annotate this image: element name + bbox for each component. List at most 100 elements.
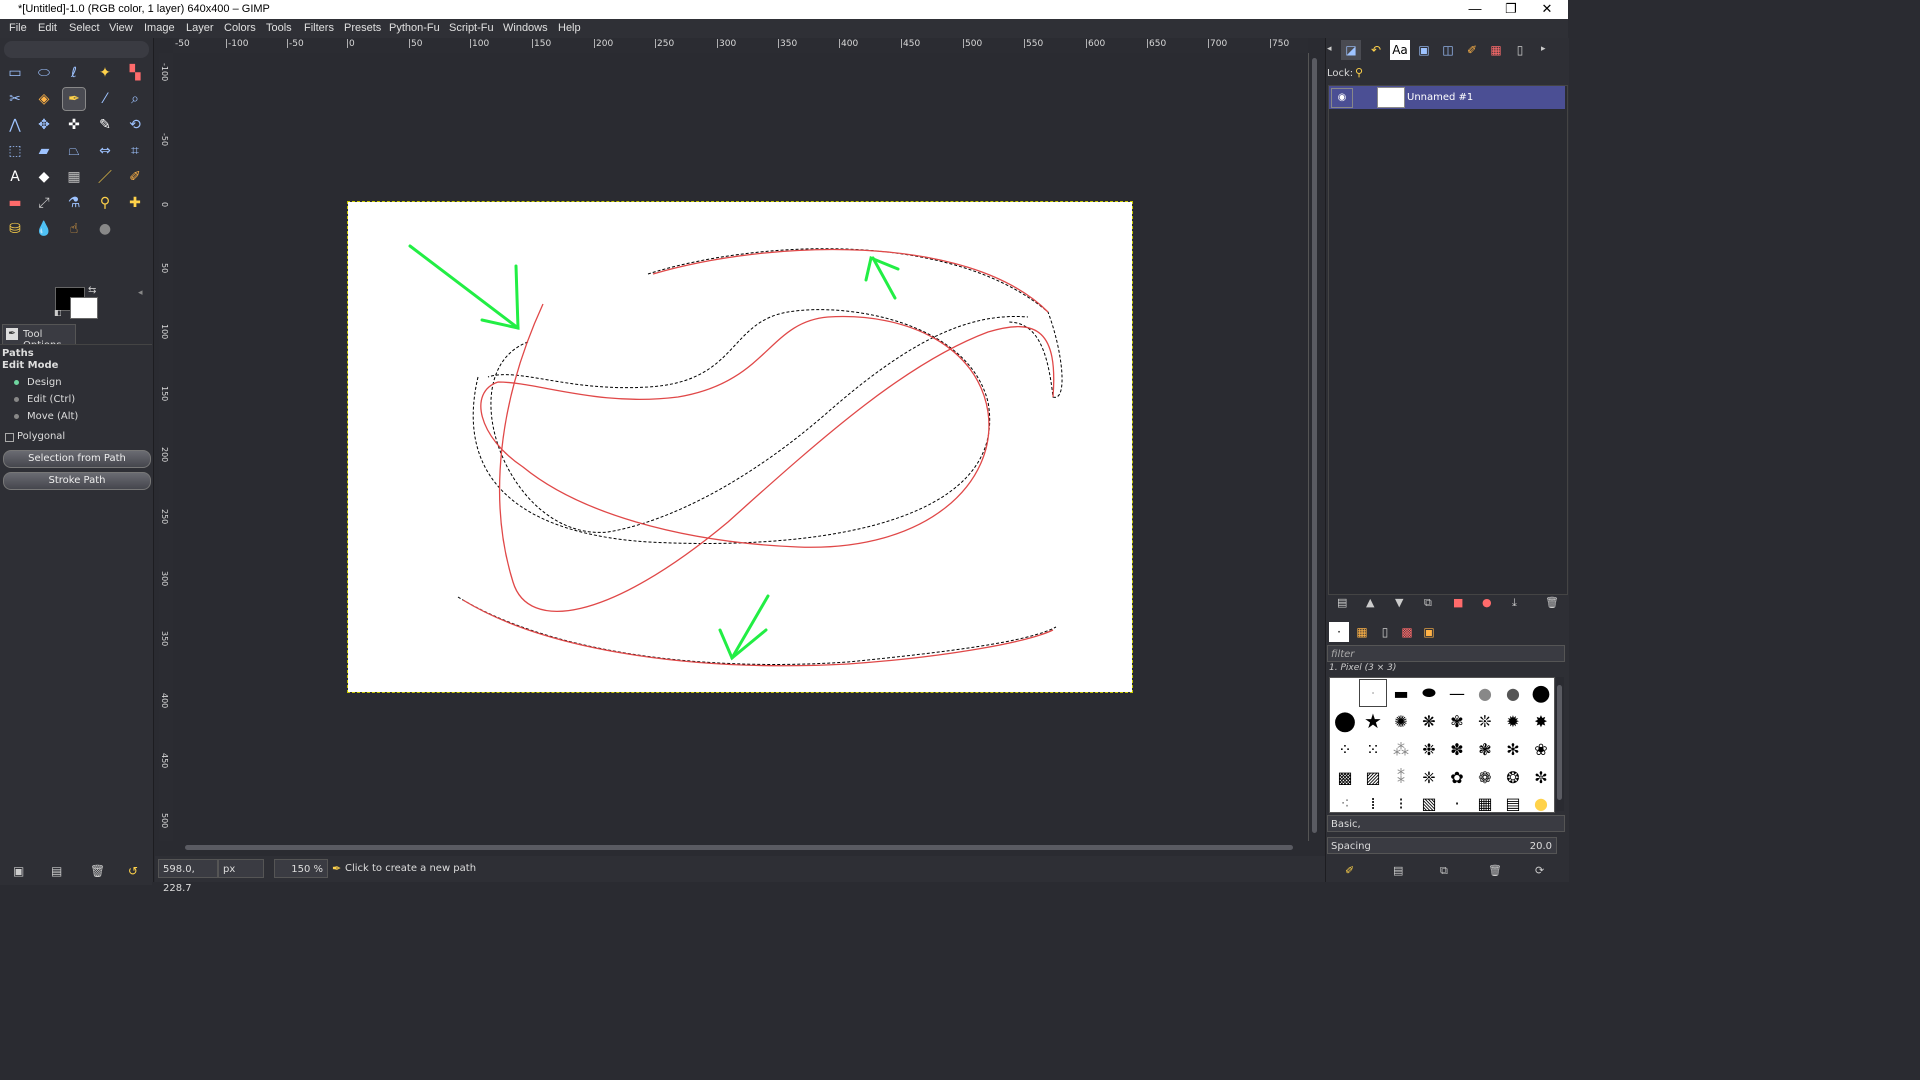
smudge-icon[interactable]: ☝ (63, 218, 85, 240)
brush-filter-input[interactable]: filter (1327, 645, 1565, 662)
gradients-dock-tab-icon[interactable]: ▯ (1375, 622, 1395, 642)
palettes-tab-icon[interactable]: ▦ (1486, 40, 1506, 60)
menu-file[interactable]: File (9, 22, 27, 34)
visibility-eye-icon[interactable]: ◉ (1331, 88, 1353, 108)
undo-history-tab-icon[interactable]: ↶ (1366, 40, 1386, 60)
brush-item[interactable]: ❃ (1472, 736, 1498, 762)
tab-tool-options[interactable]: ✒ Tool Options (2, 324, 76, 351)
brush-editor-tab-icon[interactable]: ✐ (1462, 40, 1482, 60)
polygonal-checkbox[interactable] (5, 433, 14, 442)
paths-tab-icon[interactable]: ◫ (1438, 40, 1458, 60)
rotate-icon[interactable]: ⟲ (124, 114, 146, 136)
menu-select[interactable]: Select (69, 22, 100, 34)
text-tool-icon[interactable]: A (4, 166, 26, 188)
brush-item[interactable]: ● (1472, 680, 1498, 706)
brush-item[interactable]: ▩ (1332, 764, 1358, 790)
lower-layer-icon[interactable]: ▼ (1395, 596, 1403, 609)
ink-icon[interactable]: ⚗ (63, 192, 85, 214)
blur-icon[interactable]: 💧 (33, 218, 55, 240)
dock-scroll-left-icon[interactable]: ◂ (1327, 44, 1332, 54)
brush-item[interactable]: ❂ (1500, 764, 1526, 790)
brush-item[interactable]: ✺ (1388, 708, 1414, 734)
free-select-icon[interactable]: ℓ (63, 62, 85, 84)
scissors-select-icon[interactable]: ✂ (4, 88, 26, 110)
brush-grid[interactable]: · ▬ ⬬ — ● ● ● ● ★ ✺ ❋ ✾ ❊ ✹ ✸ ⁘ ⁙ ⁂ ❉ ✽ … (1329, 677, 1555, 813)
delete-layer-icon[interactable]: 🗑 (1545, 596, 1559, 609)
brush-item[interactable]: ✾ (1444, 708, 1470, 734)
perspective-clone-icon[interactable]: ⛁ (4, 218, 26, 240)
mask-layer-icon[interactable]: ● (1482, 596, 1492, 609)
vertical-scrollbar[interactable] (1308, 53, 1321, 841)
raise-layer-icon[interactable]: ▲ (1366, 596, 1374, 609)
duplicate-layer-icon[interactable]: ⧉ (1424, 596, 1432, 610)
palettes-dock-tab-icon[interactable]: ▩ (1397, 622, 1417, 642)
restore-options-icon[interactable]: ▤ (51, 864, 62, 878)
brush-item[interactable]: · (1444, 790, 1470, 816)
brush-item[interactable] (1332, 680, 1358, 706)
patterns-tab-icon[interactable]: ▦ (1352, 622, 1372, 642)
brush-item[interactable]: ✻ (1500, 736, 1526, 762)
eraser-icon[interactable]: ▬ (4, 192, 26, 214)
airbrush-icon[interactable]: ⤢ (33, 192, 55, 214)
menu-script-fu[interactable]: Script-Fu (449, 22, 494, 34)
bucket-fill-icon[interactable]: ◆ (33, 166, 55, 188)
brush-item[interactable]: ✽ (1444, 736, 1470, 762)
paths-tool-icon[interactable]: ✒ (62, 87, 86, 111)
spacing-slider[interactable]: Spacing 20.0 (1327, 837, 1557, 854)
new-layer-icon[interactable]: ▤ (1337, 596, 1347, 609)
brush-item[interactable]: ⁖ (1332, 790, 1358, 816)
brush-item[interactable]: ✹ (1500, 708, 1526, 734)
brush-item[interactable]: ⁂ (1388, 736, 1414, 762)
anchor-layer-icon[interactable]: ■ (1453, 596, 1463, 609)
brush-item[interactable]: ▧ (1416, 790, 1442, 816)
brush-scrollbar[interactable] (1556, 677, 1564, 811)
blend-icon[interactable]: ▦ (63, 166, 85, 188)
restore-button[interactable]: ❐ (1496, 1, 1526, 17)
brush-item[interactable]: ● (1528, 680, 1554, 706)
color-select-icon[interactable]: ▚ (124, 62, 146, 84)
horizontal-scroll-thumb[interactable] (185, 845, 1293, 850)
color-picker-icon[interactable]: ⁄ (94, 88, 116, 110)
fonts-dock-tab-icon[interactable]: ▣ (1419, 622, 1439, 642)
brush-item[interactable]: ⁞ (1360, 790, 1386, 816)
refresh-brushes-icon[interactable]: ⟳ (1535, 864, 1544, 877)
close-button[interactable]: ✕ (1532, 1, 1562, 17)
menu-windows[interactable]: Windows (503, 22, 548, 34)
brush-item[interactable]: ▨ (1360, 764, 1386, 790)
brush-item[interactable]: ▬ (1388, 680, 1414, 706)
unit-select[interactable]: px (218, 859, 264, 878)
channels-tab-icon[interactable]: ▣ (1414, 40, 1434, 60)
brushes-tab-icon[interactable]: · (1329, 622, 1349, 642)
vertical-scroll-thumb[interactable] (1312, 58, 1317, 833)
horizontal-scrollbar[interactable] (173, 841, 1308, 854)
brush-tag-input[interactable]: Basic, (1327, 815, 1565, 832)
perspective-icon[interactable]: ⏢ (63, 140, 85, 162)
brush-item[interactable]: ▤ (1500, 790, 1526, 816)
menu-help[interactable]: Help (558, 22, 581, 34)
cage-transform-icon[interactable]: ⌗ (124, 140, 146, 162)
menu-colors[interactable]: Colors (224, 22, 256, 34)
panel-menu-icon[interactable]: ◂ (138, 288, 143, 298)
layer-row[interactable]: ◉ Unnamed #1 (1329, 86, 1565, 109)
scale-icon[interactable]: ⬚ (4, 140, 26, 162)
zoom-icon[interactable]: ⌕ (124, 88, 146, 110)
measure-icon[interactable]: ⋀ (4, 114, 26, 136)
brush-item[interactable]: ❉ (1416, 736, 1442, 762)
brush-item[interactable]: ❀ (1528, 736, 1554, 762)
menu-layer[interactable]: Layer (186, 22, 214, 34)
brush-item[interactable]: ● (1332, 706, 1358, 736)
selection-from-path-button[interactable]: Selection from Path (3, 450, 151, 468)
flip-icon[interactable]: ⇔ (94, 140, 116, 162)
layer-name[interactable]: Unnamed #1 (1407, 92, 1473, 103)
move-icon[interactable]: ✥ (33, 114, 55, 136)
brush-item[interactable]: ❊ (1472, 708, 1498, 734)
gradients-tab-icon[interactable]: ▯ (1510, 40, 1530, 60)
edit-radio[interactable] (14, 397, 19, 402)
default-colors-icon[interactable]: ◧ (54, 308, 62, 317)
brush-item[interactable]: ❋ (1416, 708, 1442, 734)
crop-icon[interactable]: ✎ (94, 114, 116, 136)
dodge-burn-icon[interactable]: ● (94, 218, 116, 240)
heal-icon[interactable]: ✚ (124, 192, 146, 214)
brush-item[interactable]: ✸ (1528, 708, 1554, 734)
brush-item[interactable]: ⬬ (1416, 680, 1442, 706)
